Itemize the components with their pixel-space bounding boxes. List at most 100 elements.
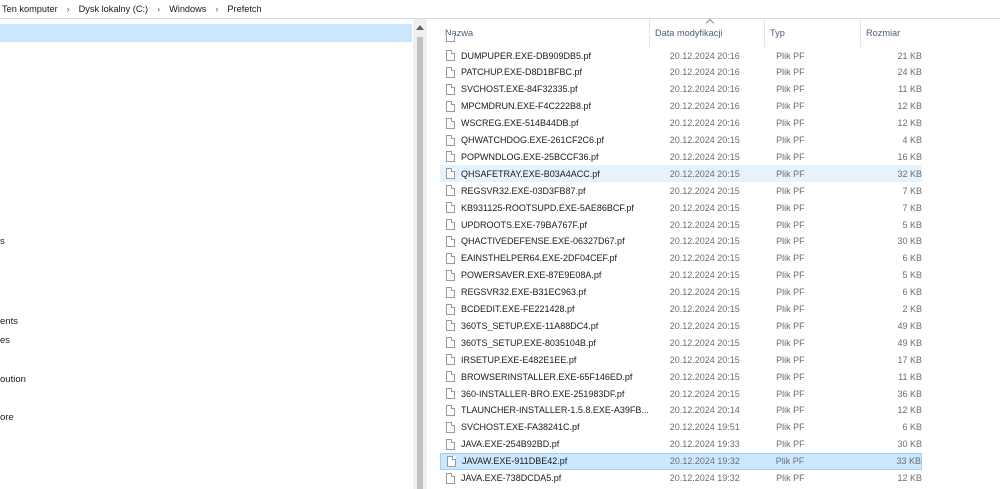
breadcrumb-prefetch[interactable]: Prefetch <box>227 4 261 14</box>
file-size: 6 KB <box>902 287 922 298</box>
file-row[interactable]: 360TS_SETUP.EXE-8035104B.pf 20.12.2024 20… <box>440 334 922 351</box>
file-name: QHSAFETRAY.EXE-B03A4ACC.pf <box>461 168 600 179</box>
address-bar[interactable]: Ten komputer › Dysk lokalny (C:) › Windo… <box>0 0 1000 19</box>
file-row[interactable]: WSCREG.EXE-514B44DB.pf 20.12.2024 20:16 Pl… <box>440 115 922 132</box>
column-type[interactable]: Typ <box>765 19 861 47</box>
file-row[interactable]: JAVA.EXE-738DCDA5.pf 20.12.2024 19:32 Plik… <box>440 470 922 487</box>
file-size: 36 KB <box>897 388 922 399</box>
file-name: KB931125-ROOTSUPD.EXE-5AE86BCF.pf <box>461 202 634 213</box>
nav-item-fragment[interactable]: es <box>0 335 10 346</box>
file-size: 49 KB <box>897 337 922 348</box>
file-row[interactable]: 360TS_SETUP.EXE-11A88DC4.pf 20.12.2024 20… <box>440 317 922 334</box>
column-date-label: Data modyfikacji <box>655 28 723 38</box>
file-row[interactable]: JAVAW.EXE-911DBE42.pf 20.12.2024 19:32 Pli… <box>440 452 922 470</box>
file-type: Plik PF <box>776 101 805 112</box>
file-row[interactable]: SVCHOST.EXE-FA38241C.pf 20.12.2024 19:51 P… <box>440 419 922 436</box>
file-type: Plik PF <box>776 168 805 179</box>
file-icon <box>446 151 455 163</box>
column-date[interactable]: Data modyfikacji <box>650 18 765 47</box>
file-icon <box>446 219 455 230</box>
nav-scrollbar[interactable] <box>413 19 427 489</box>
file-name: POWERSAVER.EXE-87E9E08A.pf <box>461 270 602 281</box>
file-row[interactable]: 360-INSTALLER-BRO.EXE-251983DF.pf 20.12.2… <box>440 385 922 402</box>
chevron-right-icon[interactable]: › <box>215 4 218 14</box>
file-size: 21 KB <box>897 50 922 61</box>
file-size: 17 KB <box>897 354 922 365</box>
file-date: 20.12.2024 20:15 <box>669 354 740 365</box>
file-type: Plik PF <box>776 253 805 264</box>
file-row[interactable]: BROWSERINSTALLER.EXE-65F146ED.pf 20.12.20… <box>440 368 922 385</box>
file-icon <box>446 252 455 264</box>
file-row[interactable]: DUMPUPER.EXE-DB909DB5.pf 20.12.2024 20:16… <box>440 47 922 64</box>
file-row[interactable]: MPCMDRUN.EXE-F4C222B8.pf 20.12.2024 20:16… <box>440 98 922 115</box>
file-type: Plik PF <box>776 67 805 78</box>
column-size[interactable]: Rozmiar <box>861 19 921 47</box>
file-size: 5 KB <box>902 270 922 281</box>
file-icon <box>446 202 455 214</box>
file-name: IRSETUP.EXE-E482E1EE.pf <box>461 354 577 365</box>
file-list[interactable]: DUMPUPER.EXE-DB909DB5.pf 20.12.2024 20:16… <box>440 47 1000 489</box>
file-row[interactable]: QHSAFETRAY.EXE-B03A4ACC.pf 20.12.2024 20:… <box>440 165 922 183</box>
file-date: 20.12.2024 20:15 <box>669 253 740 264</box>
chevron-right-icon[interactable]: › <box>157 4 160 14</box>
file-type: Plik PF <box>776 405 805 416</box>
file-date: 20.12.2024 20:15 <box>669 236 740 247</box>
file-type: Plik PF <box>776 422 805 433</box>
file-type: Plik PF <box>776 118 805 129</box>
file-type: Plik PF <box>776 439 805 450</box>
breadcrumb-local-disk[interactable]: Dysk lokalny (C:) <box>79 4 148 14</box>
file-row[interactable]: KB931125-ROOTSUPD.EXE-5AE86BCF.pf 20.12.2… <box>440 199 922 216</box>
file-size: 12 KB <box>897 101 922 112</box>
file-row[interactable]: UPDROOTS.EXE-79BA767F.pf 20.12.2024 20:15… <box>440 216 922 233</box>
file-name: POPWNDLOG.EXE-25BCCF36.pf <box>461 151 599 162</box>
file-row[interactable]: IRSETUP.EXE-E482E1EE.pf 20.12.2024 20:15 P… <box>440 351 922 368</box>
file-type: Plik PF <box>776 84 805 95</box>
file-row[interactable]: REGSVR32.EXE-B31EC963.pf 20.12.2024 20:15… <box>440 284 922 301</box>
column-type-label: Typ <box>770 28 785 38</box>
file-row[interactable]: EAINSTHELPER64.EXE-2DF04CEF.pf 20.12.2024… <box>440 250 922 267</box>
file-date: 20.12.2024 20:15 <box>669 270 740 281</box>
file-row[interactable]: QHACTIVEDEFENSE.EXE-06327D67.pf 20.12.202… <box>440 233 922 250</box>
file-name: BROWSERINSTALLER.EXE-65F146ED.pf <box>461 371 633 382</box>
nav-item-fragment[interactable]: ore <box>0 412 14 423</box>
scroll-up-arrow-icon[interactable] <box>416 25 424 30</box>
partial-row <box>440 35 640 47</box>
file-type: Plik PF <box>776 135 805 145</box>
file-date: 20.12.2024 19:33 <box>669 439 740 450</box>
file-icon <box>446 303 455 315</box>
file-row[interactable]: QHWATCHDOG.EXE-261CF2C6.pf 20.12.2024 20:… <box>440 132 922 149</box>
file-name: JAVA.EXE-738DCDA5.pf <box>461 473 562 483</box>
file-date: 20.12.2024 20:15 <box>669 168 740 179</box>
file-row[interactable]: REGSVR32.EXE-03D3FB87.pf 20.12.2024 20:15… <box>440 182 922 199</box>
nav-selected-item[interactable] <box>0 24 412 42</box>
file-type: Plik PF <box>776 354 805 365</box>
breadcrumb-windows[interactable]: Windows <box>169 4 206 14</box>
file-date: 20.12.2024 20:16 <box>669 67 740 78</box>
scrollbar-thumb[interactable] <box>417 37 423 489</box>
nav-item-fragment[interactable]: ents <box>0 316 18 327</box>
file-name: SVCHOST.EXE-84F32335.pf <box>461 84 578 95</box>
file-type: Plik PF <box>775 456 805 467</box>
file-icon <box>446 83 455 95</box>
nav-item-fragment[interactable]: s <box>0 236 5 247</box>
file-size: 16 KB <box>897 151 922 162</box>
file-row[interactable]: POWERSAVER.EXE-87E9E08A.pf 20.12.2024 20:… <box>440 267 922 284</box>
file-row[interactable]: POPWNDLOG.EXE-25BCCF36.pf 20.12.2024 20:1… <box>440 148 922 165</box>
breadcrumb-this-pc[interactable]: Ten komputer <box>2 4 58 14</box>
nav-item-fragment[interactable]: oution <box>0 374 26 385</box>
file-size: 12 KB <box>897 405 922 416</box>
chevron-right-icon[interactable]: › <box>67 4 70 14</box>
file-icon <box>446 66 455 78</box>
file-icon <box>446 371 455 383</box>
file-row[interactable]: BCDEDIT.EXE-FE221428.pf 20.12.2024 20:15 P… <box>440 301 922 318</box>
file-row[interactable]: PATCHUP.EXE-D8D1BFBC.pf 20.12.2024 20:16 P… <box>440 64 922 81</box>
file-icon <box>446 117 455 129</box>
file-row[interactable]: SVCHOST.EXE-84F32335.pf 20.12.2024 20:16 P… <box>440 81 922 98</box>
file-date: 20.12.2024 20:15 <box>669 219 740 230</box>
navigation-pane[interactable]: s ents es oution ore <box>0 19 415 489</box>
file-row[interactable]: TLAUNCHER-INSTALLER-1.5.8.EXE-A39FB... 20… <box>440 402 922 419</box>
file-name: JAVAW.EXE-911DBE42.pf <box>462 456 568 467</box>
file-row[interactable]: JAVA.EXE-254B92BD.pf 20.12.2024 19:33 Plik… <box>440 436 922 453</box>
file-type: Plik PF <box>776 270 805 281</box>
file-date: 20.12.2024 20:15 <box>669 388 740 399</box>
